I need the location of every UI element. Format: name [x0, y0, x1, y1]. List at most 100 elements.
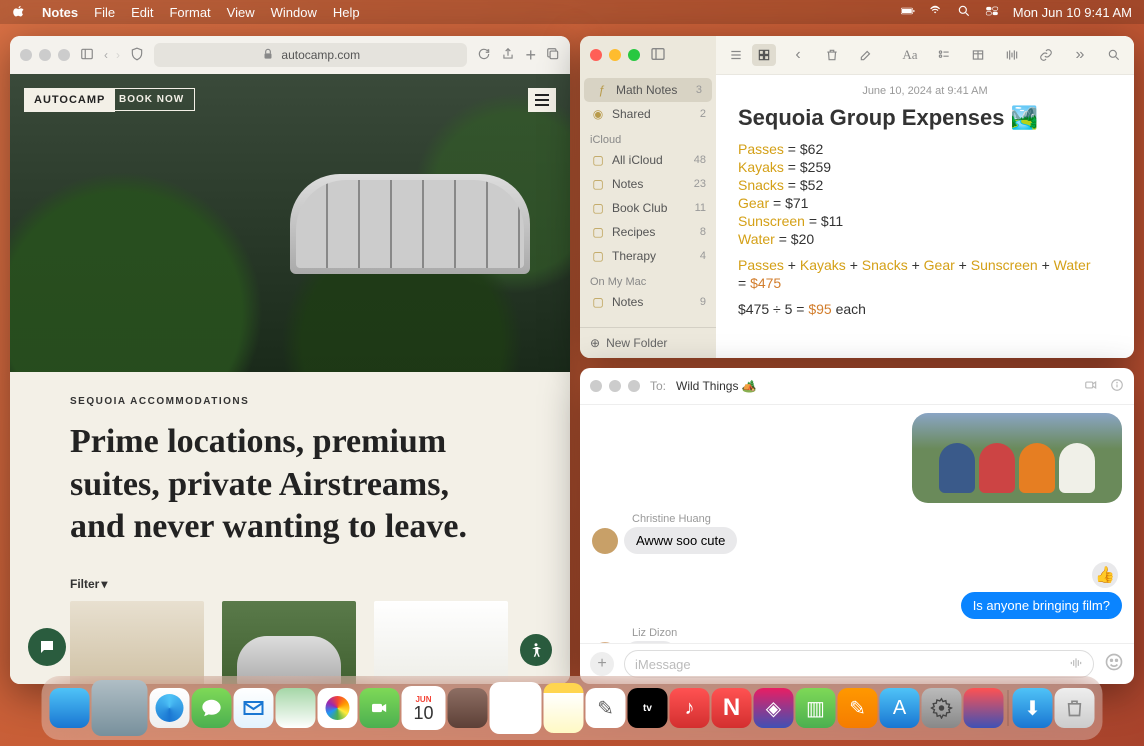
sidebar-folder[interactable]: ▢All iCloud48 — [580, 148, 716, 172]
forward-button[interactable]: › — [116, 48, 120, 62]
menu-format[interactable]: Format — [169, 5, 210, 20]
sidebar-folder[interactable]: ▢Book Club11 — [580, 196, 716, 220]
search-icon[interactable] — [1102, 44, 1126, 66]
close-button[interactable] — [590, 380, 602, 392]
table-icon[interactable] — [966, 44, 990, 66]
wifi-icon[interactable] — [929, 4, 943, 21]
site-logo[interactable]: AUTOCAMP — [24, 88, 115, 112]
control-center-icon[interactable] — [985, 4, 999, 21]
dock-settings[interactable] — [922, 688, 962, 728]
menu-edit[interactable]: Edit — [131, 5, 153, 20]
dock-notes[interactable] — [544, 683, 584, 733]
fullscreen-button[interactable] — [628, 380, 640, 392]
dock-freeform[interactable]: ✎ — [586, 688, 626, 728]
dock-finder[interactable] — [50, 688, 90, 728]
back-icon[interactable]: ‹ — [786, 44, 810, 66]
menu-help[interactable]: Help — [333, 5, 360, 20]
media-icon[interactable] — [1000, 44, 1024, 66]
hamburger-menu[interactable] — [528, 88, 556, 112]
accommodation-card[interactable] — [70, 601, 204, 685]
emoji-icon[interactable] — [1104, 652, 1124, 677]
format-icon[interactable]: Aa — [898, 44, 922, 66]
dock-safari[interactable] — [150, 688, 190, 728]
dock-calendar[interactable]: JUN10 — [402, 686, 446, 730]
fullscreen-button[interactable] — [58, 49, 70, 61]
trash-icon[interactable] — [820, 44, 844, 66]
dock-tv[interactable]: tv — [628, 688, 668, 728]
new-tab-icon[interactable]: + — [525, 45, 536, 66]
minimize-button[interactable] — [39, 49, 51, 61]
sidebar-folder[interactable]: ▢Therapy4 — [580, 244, 716, 268]
back-button[interactable]: ‹ — [104, 48, 108, 62]
grid-view-icon[interactable] — [752, 44, 776, 66]
message-photo[interactable] — [912, 413, 1122, 503]
avatar[interactable] — [592, 528, 618, 554]
dock-appstore[interactable]: A — [880, 688, 920, 728]
dock-maps[interactable] — [276, 688, 316, 728]
dock-reminders[interactable] — [490, 682, 542, 734]
link-icon[interactable] — [1034, 44, 1058, 66]
apple-menu[interactable] — [12, 4, 26, 21]
dock-messages[interactable] — [192, 688, 232, 728]
menu-view[interactable]: View — [227, 5, 255, 20]
clock[interactable]: Mon Jun 10 9:41 AM — [1013, 5, 1132, 20]
tabs-icon[interactable] — [546, 47, 560, 64]
info-icon[interactable] — [1110, 378, 1124, 395]
message-bubble[interactable]: Is anyone bringing film? — [961, 592, 1122, 619]
dock-launchpad[interactable] — [92, 680, 148, 736]
new-folder-button[interactable]: ⊕ New Folder — [580, 327, 716, 358]
sidebar-folder[interactable]: ▢Recipes8 — [580, 220, 716, 244]
sidebar-toggle-icon[interactable] — [80, 47, 94, 64]
audio-icon[interactable] — [1069, 656, 1083, 673]
facetime-icon[interactable] — [1084, 378, 1098, 395]
dock-facetime[interactable] — [360, 688, 400, 728]
spotlight-icon[interactable] — [957, 4, 971, 21]
dock-trash[interactable] — [1055, 688, 1095, 728]
dock-photos[interactable] — [318, 688, 358, 728]
close-button[interactable] — [590, 49, 602, 61]
sidebar-folder[interactable]: ▢Notes23 — [580, 172, 716, 196]
shield-icon[interactable] — [130, 47, 144, 64]
attach-button[interactable]: + — [590, 652, 614, 676]
accommodation-card[interactable] — [374, 601, 508, 685]
reaction[interactable]: 👍 — [1092, 562, 1118, 588]
list-view-icon[interactable] — [724, 44, 748, 66]
dock-contacts[interactable] — [448, 688, 488, 728]
sidebar-toggle-icon[interactable] — [650, 46, 666, 65]
app-name[interactable]: Notes — [42, 5, 78, 20]
dock-shortcuts[interactable]: ◈ — [754, 688, 794, 728]
messages-thread[interactable]: Christine HuangAwww soo cute👍Is anyone b… — [580, 405, 1134, 643]
reload-icon[interactable] — [477, 47, 491, 64]
accessibility-fab[interactable] — [520, 634, 552, 666]
message-input[interactable]: iMessage — [624, 650, 1094, 678]
checklist-icon[interactable] — [932, 44, 956, 66]
dock-numbers[interactable]: ▥ — [796, 688, 836, 728]
dock-iphone-mirroring[interactable] — [964, 688, 1004, 728]
sidebar-folder[interactable]: ◉Shared2 — [580, 102, 716, 126]
book-now-button[interactable]: BOOK NOW — [108, 88, 195, 111]
dock-downloads[interactable]: ⬇ — [1013, 688, 1053, 728]
sidebar-folder[interactable]: ƒMath Notes3 — [584, 78, 712, 102]
fullscreen-button[interactable] — [628, 49, 640, 61]
dock-news[interactable]: N — [712, 688, 752, 728]
minimize-button[interactable] — [609, 49, 621, 61]
share-icon[interactable] — [501, 47, 515, 64]
recipient[interactable]: Wild Things 🏕️ — [676, 379, 757, 393]
minimize-button[interactable] — [609, 380, 621, 392]
sidebar-folder[interactable]: ▢Notes9 — [580, 290, 716, 314]
chat-fab[interactable] — [28, 628, 66, 666]
accommodation-card[interactable] — [222, 601, 356, 685]
filter-button[interactable]: Filter▾ — [70, 577, 510, 591]
message-bubble[interactable]: Awww soo cute — [624, 527, 737, 554]
address-bar[interactable]: autocamp.com — [154, 43, 467, 67]
dock-mail[interactable] — [234, 688, 274, 728]
menu-window[interactable]: Window — [271, 5, 317, 20]
note-editor[interactable]: June 10, 2024 at 9:41 AM Sequoia Group E… — [716, 75, 1134, 329]
compose-icon[interactable] — [854, 44, 878, 66]
more-icon[interactable]: » — [1068, 44, 1092, 66]
battery-icon[interactable] — [901, 4, 915, 21]
close-button[interactable] — [20, 49, 32, 61]
menu-file[interactable]: File — [94, 5, 115, 20]
dock-pages[interactable]: ✎ — [838, 688, 878, 728]
dock-music[interactable]: ♪ — [670, 688, 710, 728]
